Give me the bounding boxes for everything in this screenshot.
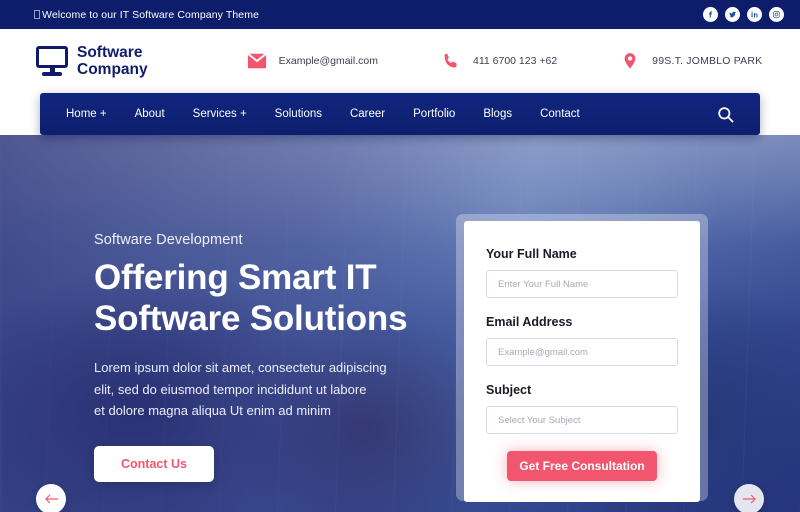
hero-description-line-1: Lorem ipsum dolor sit amet, consectetur …	[94, 360, 387, 375]
social-links	[703, 7, 784, 22]
contact-phone-value: 411 6700 123 +62	[472, 55, 558, 67]
contact-email[interactable]: Example@gmail.com	[246, 50, 378, 72]
phone-icon	[440, 50, 462, 72]
hero-title: Offering Smart IT Software Solutions	[94, 257, 424, 339]
welcome-message-text: Welcome to our IT Software Company Theme	[42, 8, 260, 21]
email-icon	[246, 50, 268, 72]
carousel-next-button[interactable]	[734, 484, 764, 512]
nav-item-contact[interactable]: Contact	[526, 108, 594, 120]
hero-content: Software Development Offering Smart IT S…	[94, 232, 424, 482]
contact-phone[interactable]: 411 6700 123 +62	[440, 50, 557, 72]
consultation-form-frame: Your Full Name Enter Your Full Name Emai…	[456, 214, 708, 502]
instagram-icon[interactable]	[769, 7, 784, 22]
email-label: Email Address	[486, 315, 573, 329]
hero-description-line-3: et dolore magna aliqua Ut enim ad minim	[94, 403, 332, 418]
subject-label: Subject	[486, 383, 532, 397]
contact-address-value: 99S.T. JOMBLO PARK	[652, 55, 763, 67]
site-header: Software Company Example@gmail.com 411 6…	[0, 29, 800, 93]
monitor-icon	[36, 46, 68, 76]
hero-description-line-2: elit, sed do eiusmod tempor incididunt u…	[94, 381, 367, 397]
brand-line-1: Software	[77, 44, 143, 61]
hero-description: Lorem ipsum dolor sit amet, consectetur …	[94, 357, 424, 422]
welcome-message: Welcome to our IT Software Company Theme	[34, 9, 259, 21]
nav-item-solutions[interactable]: Solutions	[261, 108, 336, 120]
brand-logo[interactable]: Software Company	[36, 44, 148, 78]
carousel-prev-button[interactable]	[36, 484, 66, 512]
arrow-right-icon	[742, 494, 756, 504]
search-icon[interactable]	[714, 103, 736, 125]
top-announcement-bar: Welcome to our IT Software Company Theme	[0, 0, 800, 29]
hero-subtitle: Software Development	[94, 232, 243, 248]
twitter-icon[interactable]	[725, 7, 740, 22]
nav-item-portfolio[interactable]: Portfolio	[399, 108, 469, 120]
facebook-icon[interactable]	[703, 7, 718, 22]
get-free-consultation-button[interactable]: Get Free Consultation	[507, 451, 657, 481]
nav-item-services[interactable]: Services +	[179, 108, 261, 120]
email-input[interactable]: Example@gmail.com	[486, 338, 678, 366]
location-pin-icon	[619, 50, 641, 72]
page-root: Welcome to our IT Software Company Theme…	[0, 0, 800, 512]
consultation-form: Your Full Name Enter Your Full Name Emai…	[464, 221, 700, 502]
brand-line-2: Company	[77, 61, 148, 78]
full-name-label: Your Full Name	[486, 247, 577, 261]
contact-us-button[interactable]: Contact Us	[94, 445, 214, 482]
nav-item-home[interactable]: Home +	[58, 108, 121, 120]
hero-title-line-1: Offering Smart IT	[94, 258, 377, 297]
contact-email-value: Example@gmail.com	[278, 55, 378, 67]
full-name-input[interactable]: Enter Your Full Name	[486, 270, 678, 298]
nav-item-about[interactable]: About	[121, 108, 179, 120]
nav-item-list: Home + About Services + Solutions Career…	[58, 108, 594, 120]
missing-glyph-icon	[34, 9, 40, 19]
nav-item-career[interactable]: Career	[336, 108, 399, 120]
subject-select[interactable]: Select Your Subject	[486, 406, 678, 434]
contact-address[interactable]: 99S.T. JOMBLO PARK	[619, 50, 762, 72]
nav-item-blogs[interactable]: Blogs	[469, 108, 526, 120]
header-contact-info: Example@gmail.com 411 6700 123 +62 99S.T…	[246, 50, 763, 72]
hero-title-line-2: Software Solutions	[94, 299, 408, 338]
main-navigation: Home + About Services + Solutions Career…	[40, 93, 760, 135]
arrow-left-icon	[44, 494, 58, 504]
brand-name: Software Company	[77, 44, 148, 78]
linkedin-icon[interactable]	[747, 7, 762, 22]
